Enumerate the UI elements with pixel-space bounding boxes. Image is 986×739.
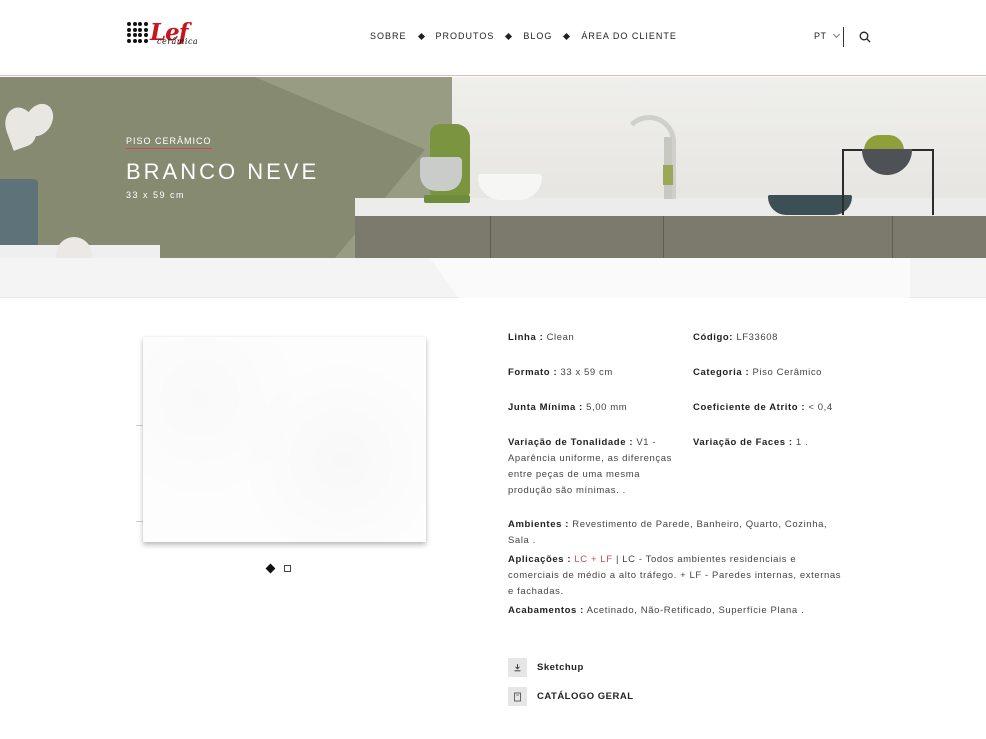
product-size: 33 x 59 cm bbox=[126, 190, 186, 200]
logo-subtext: cerâmica bbox=[157, 37, 199, 46]
cabinet-seam bbox=[663, 216, 664, 258]
product-hero-banner: PISO CERÂMICO BRANCO NEVE 33 x 59 cm bbox=[0, 77, 986, 258]
tile-texture bbox=[143, 337, 426, 542]
spec-label: Ambientes : bbox=[508, 519, 569, 530]
spec-value: Acetinado, Não-Retificado, Superfície Pl… bbox=[586, 605, 805, 616]
section-band bbox=[0, 258, 986, 298]
spec-value: LF33608 bbox=[736, 332, 779, 343]
catalog-icon bbox=[514, 692, 521, 701]
nav-separator bbox=[563, 32, 571, 40]
spec-faces: Variação de Faces : 1 . bbox=[693, 435, 853, 451]
band-shape bbox=[430, 258, 910, 298]
spec-label: Variação de Tonalidade : bbox=[508, 437, 634, 448]
spec-formato: Formato : 33 x 59 cm bbox=[508, 365, 678, 381]
spec-acabamentos: Acabamentos : Acetinado, Não-Retificado,… bbox=[508, 603, 848, 619]
spec-label: Variação de Faces : bbox=[693, 437, 793, 448]
spec-label: Código: bbox=[693, 332, 734, 343]
gallery-dot-active[interactable] bbox=[265, 563, 276, 574]
catalogo-label: CATÁLOGO GERAL bbox=[537, 691, 634, 702]
spec-aplicacoes: Aplicações : LC + LF | LC - Todos ambien… bbox=[508, 552, 848, 600]
spec-tonalidade: Variação de Tonalidade : V1 - Aparência … bbox=[508, 435, 673, 499]
spec-atrito: Coeficiente de Atrito : < 0,4 bbox=[693, 400, 853, 416]
spec-label: Coeficiente de Atrito : bbox=[693, 402, 806, 413]
cabinet-seam bbox=[892, 216, 893, 258]
spec-value: 33 x 59 cm bbox=[560, 367, 613, 378]
spec-value: Clean bbox=[546, 332, 575, 343]
search-icon[interactable] bbox=[859, 31, 871, 43]
spec-junta: Junta Mínima : 5,00 mm bbox=[508, 400, 678, 416]
cabinet-seam bbox=[490, 216, 491, 258]
plate-image bbox=[768, 195, 852, 215]
catalogo-geral-button[interactable]: CATÁLOGO GERAL bbox=[508, 687, 634, 706]
spec-value: Piso Cerâmico bbox=[752, 367, 823, 378]
nav-separator bbox=[417, 32, 425, 40]
spec-highlight-link[interactable]: LC + LF bbox=[574, 554, 612, 565]
spec-label: Junta Mínima : bbox=[508, 402, 583, 413]
mixer-bowl-image bbox=[420, 157, 462, 191]
catalog-icon-box bbox=[508, 687, 527, 706]
header-divider bbox=[843, 27, 844, 47]
download-icon-box bbox=[508, 658, 527, 677]
faucet-accent-image bbox=[663, 165, 673, 185]
lef-logo[interactable]: Lef cerâmica bbox=[127, 21, 209, 48]
spec-codigo: Código: LF33608 bbox=[693, 330, 853, 346]
spec-value: < 0,4 bbox=[808, 402, 833, 413]
spec-value: 1 . bbox=[795, 437, 809, 448]
page-title: BRANCO NEVE bbox=[126, 159, 320, 184]
mixer-base-image bbox=[424, 195, 470, 203]
chevron-down-icon bbox=[832, 30, 840, 39]
spec-linha: Linha : Clean bbox=[508, 330, 678, 346]
sketchup-label: Sketchup bbox=[537, 662, 584, 673]
spec-value: 5,00 mm bbox=[586, 402, 628, 413]
language-label: PT bbox=[814, 31, 827, 41]
product-tile-image[interactable] bbox=[143, 337, 426, 542]
spec-label: Formato : bbox=[508, 367, 558, 378]
gallery-dot[interactable] bbox=[284, 565, 291, 572]
spec-label: Acabamentos : bbox=[508, 605, 584, 616]
product-category: PISO CERÂMICO bbox=[126, 136, 212, 149]
nav-produtos[interactable]: PRODUTOS bbox=[436, 31, 495, 41]
spec-label: Linha : bbox=[508, 332, 544, 343]
spec-label: Categoria : bbox=[693, 367, 750, 378]
sketchup-download-button[interactable]: Sketchup bbox=[508, 658, 584, 677]
logo-dots-icon bbox=[127, 22, 148, 44]
language-selector[interactable]: PT bbox=[814, 30, 840, 41]
spec-label: Aplicações : bbox=[508, 554, 572, 565]
site-header: Lef cerâmica SOBRE PRODUTOS BLOG ÁREA DO… bbox=[0, 0, 986, 76]
nav-blog[interactable]: BLOG bbox=[523, 31, 552, 41]
download-icon bbox=[514, 664, 521, 672]
spec-ambientes: Ambientes : Revestimento de Parede, Banh… bbox=[508, 517, 848, 549]
main-nav: SOBRE PRODUTOS BLOG ÁREA DO CLIENTE bbox=[370, 31, 677, 41]
nav-sobre[interactable]: SOBRE bbox=[370, 31, 407, 41]
spec-categoria: Categoria : Piso Cerâmico bbox=[693, 365, 853, 381]
nav-separator bbox=[505, 32, 513, 40]
gallery-pagination bbox=[265, 563, 291, 574]
nav-area-do-cliente[interactable]: ÁREA DO CLIENTE bbox=[581, 31, 677, 41]
